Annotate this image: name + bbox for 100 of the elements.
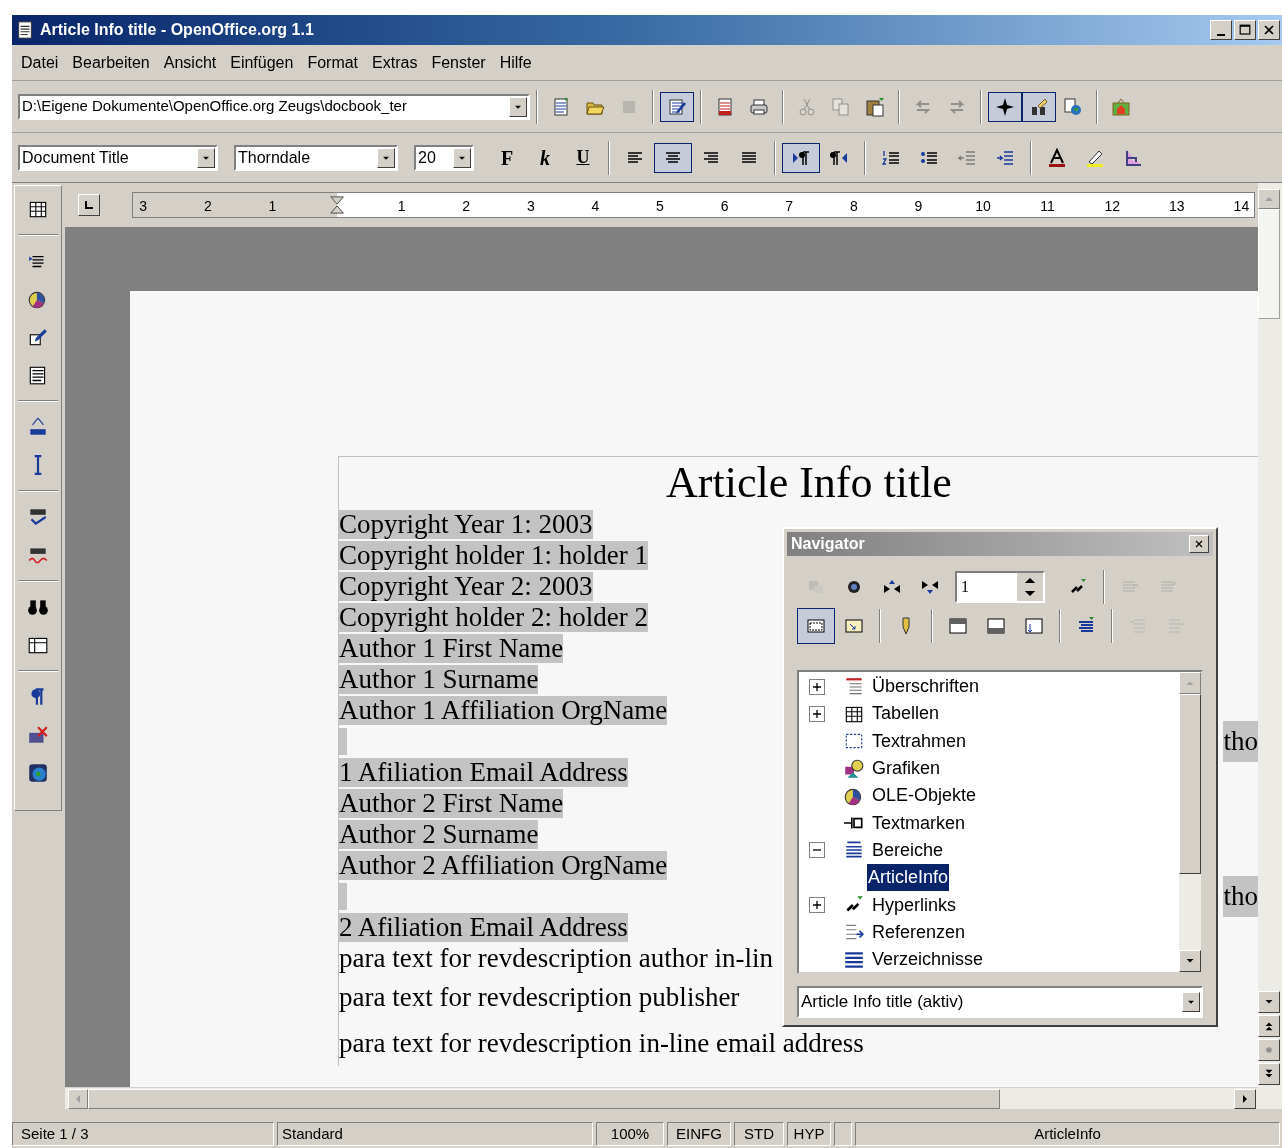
ruler-number: 2: [462, 197, 471, 216]
document-combobox[interactable]: Article Info title (aktiv): [797, 986, 1203, 1018]
body-text: Copyright holder 1: holder 1: [339, 541, 648, 570]
body-text: para text for revdescription author in-lin: [339, 944, 774, 973]
scroll-thumb[interactable]: [88, 1088, 1000, 1109]
scroll-down-button[interactable]: [1179, 950, 1201, 972]
close-button[interactable]: [1189, 535, 1209, 553]
menu-item[interactable]: Format: [302, 50, 364, 75]
house-picture-icon: [1111, 96, 1131, 117]
globe-icon: [27, 762, 49, 784]
body-text: Author 1 Surname: [339, 665, 539, 694]
scroll-up-button[interactable]: [1179, 672, 1201, 694]
scroll-thumb[interactable]: [1258, 209, 1280, 319]
toolbar-button[interactable]: [782, 142, 820, 173]
italic-button[interactable]: k: [526, 142, 564, 173]
paste-icon: [865, 96, 885, 117]
body-text: Copyright holder 2: holder 2: [339, 603, 648, 632]
close-button[interactable]: [1258, 20, 1280, 40]
menu-item[interactable]: Datei: [16, 50, 64, 75]
content-view-icon: [806, 616, 826, 636]
footer-icon: [986, 616, 1006, 636]
page-indicator: Seite 1 / 3: [12, 1122, 274, 1146]
navigator-item[interactable]: Hyperlinks: [871, 891, 958, 919]
printer-icon: [749, 96, 769, 117]
body-text: para text for revdescription in-line email address: [339, 1028, 864, 1058]
menu-item[interactable]: Ansicht: [158, 50, 222, 75]
navigator-item[interactable]: Textmarken: [871, 809, 967, 837]
ruler-number: 10: [975, 197, 991, 216]
toolbar-button[interactable]: [988, 91, 1022, 122]
scroll-right-button[interactable]: [1234, 1088, 1256, 1109]
body-text: Copyright Year 1: 2003: [339, 510, 593, 539]
navigator-item[interactable]: Referenzen: [871, 918, 967, 946]
body-text: tho: [1223, 876, 1258, 917]
toolbar-button[interactable]: [660, 91, 694, 122]
ruler-number: 9: [914, 197, 923, 216]
navigator-item[interactable]: Grafiken: [871, 755, 942, 783]
zoom-field: 100%: [596, 1122, 664, 1146]
navigator-item[interactable]: Überschriften: [871, 673, 981, 701]
left-arrow-icon: [75, 1094, 81, 1103]
font-name-combobox[interactable]: Thorndale: [234, 144, 398, 171]
status-cell: [834, 1122, 852, 1146]
menu-item[interactable]: Bearbeiten: [67, 50, 155, 75]
expand-toggle[interactable]: [809, 678, 825, 695]
page-number-spinbox[interactable]: 1: [955, 571, 1045, 603]
next-page-button[interactable]: [1258, 1063, 1280, 1085]
scissors-icon: [797, 96, 817, 117]
tab-stop-button[interactable]: [78, 194, 100, 216]
body-text: 1 Afiliation Email Address: [339, 758, 628, 787]
minimize-button[interactable]: [1210, 20, 1232, 40]
toolbar-button[interactable]: [797, 608, 835, 644]
right-arrow-icon: [1242, 1094, 1248, 1103]
scroll-down-button[interactable]: [1258, 991, 1280, 1013]
navigator-item[interactable]: OLE-Objekte: [871, 782, 978, 810]
body-text: tho: [1223, 721, 1258, 762]
underline-button[interactable]: U: [564, 142, 602, 173]
header-icon: [948, 616, 968, 636]
bold-button[interactable]: F: [488, 142, 526, 173]
ruler-number: 3: [526, 197, 535, 216]
maximize-button[interactable]: [1234, 20, 1256, 40]
navigator-item[interactable]: Bereiche: [871, 836, 945, 864]
menu-item[interactable]: Einfügen: [225, 50, 299, 75]
url-combobox[interactable]: D:\Eigene Dokumente\OpenOffice.org Zeugs\docbook_ter: [18, 93, 530, 120]
navigator-item[interactable]: ArticleInfo: [867, 864, 950, 892]
expand-toggle[interactable]: [809, 897, 825, 913]
navigator-title: Navigator: [791, 534, 865, 554]
shapes-icon: [843, 757, 865, 780]
edit-document-icon: [667, 96, 687, 117]
scroll-thumb[interactable]: [1179, 694, 1201, 874]
spellcheck-icon: [27, 506, 49, 528]
font-size-combobox[interactable]: 20: [414, 144, 474, 171]
ruler-number: 5: [656, 197, 664, 216]
menu-item[interactable]: Hilfe: [494, 50, 537, 75]
ruler-number: 14: [1233, 197, 1250, 216]
navigation-button[interactable]: [1258, 1039, 1280, 1061]
body-text: Author 2 Surname: [339, 820, 539, 849]
navigator-item[interactable]: Tabellen: [871, 700, 941, 728]
ruler-number: 8: [849, 197, 858, 216]
toolbar-button[interactable]: [1022, 91, 1056, 122]
menu-item[interactable]: Extras: [367, 50, 423, 75]
minimize-icon: [1217, 34, 1225, 36]
navigator-item[interactable]: Verzeichnisse: [871, 946, 985, 972]
selection-mode-field: STD: [734, 1122, 784, 1146]
up-arrow-icon: [1265, 196, 1273, 202]
hyperlink-mode-field: HYP: [787, 1122, 831, 1146]
image-cross-icon: [27, 724, 49, 746]
window-title: Article Info title - OpenOffice.org 1.1: [40, 20, 315, 40]
section-field: ArticleInfo: [855, 1122, 1280, 1146]
scroll-up-button[interactable]: [1258, 189, 1280, 209]
collapse-toggle[interactable]: [809, 842, 825, 859]
menu-item[interactable]: Fenster: [426, 50, 491, 75]
plus-icon: [812, 900, 822, 910]
toolbar-button[interactable]: [654, 142, 692, 173]
ruler-number: 11: [1040, 197, 1055, 216]
previous-page-button[interactable]: [1258, 1015, 1280, 1037]
paragraph-style-combobox[interactable]: Document Title: [18, 144, 218, 171]
expand-toggle[interactable]: [809, 705, 825, 722]
body-text: para text for revdescription publisher: [339, 982, 740, 1012]
scroll-left-button[interactable]: [68, 1088, 88, 1109]
navigator-item[interactable]: Textrahmen: [871, 727, 968, 755]
close-icon: [1193, 538, 1205, 550]
